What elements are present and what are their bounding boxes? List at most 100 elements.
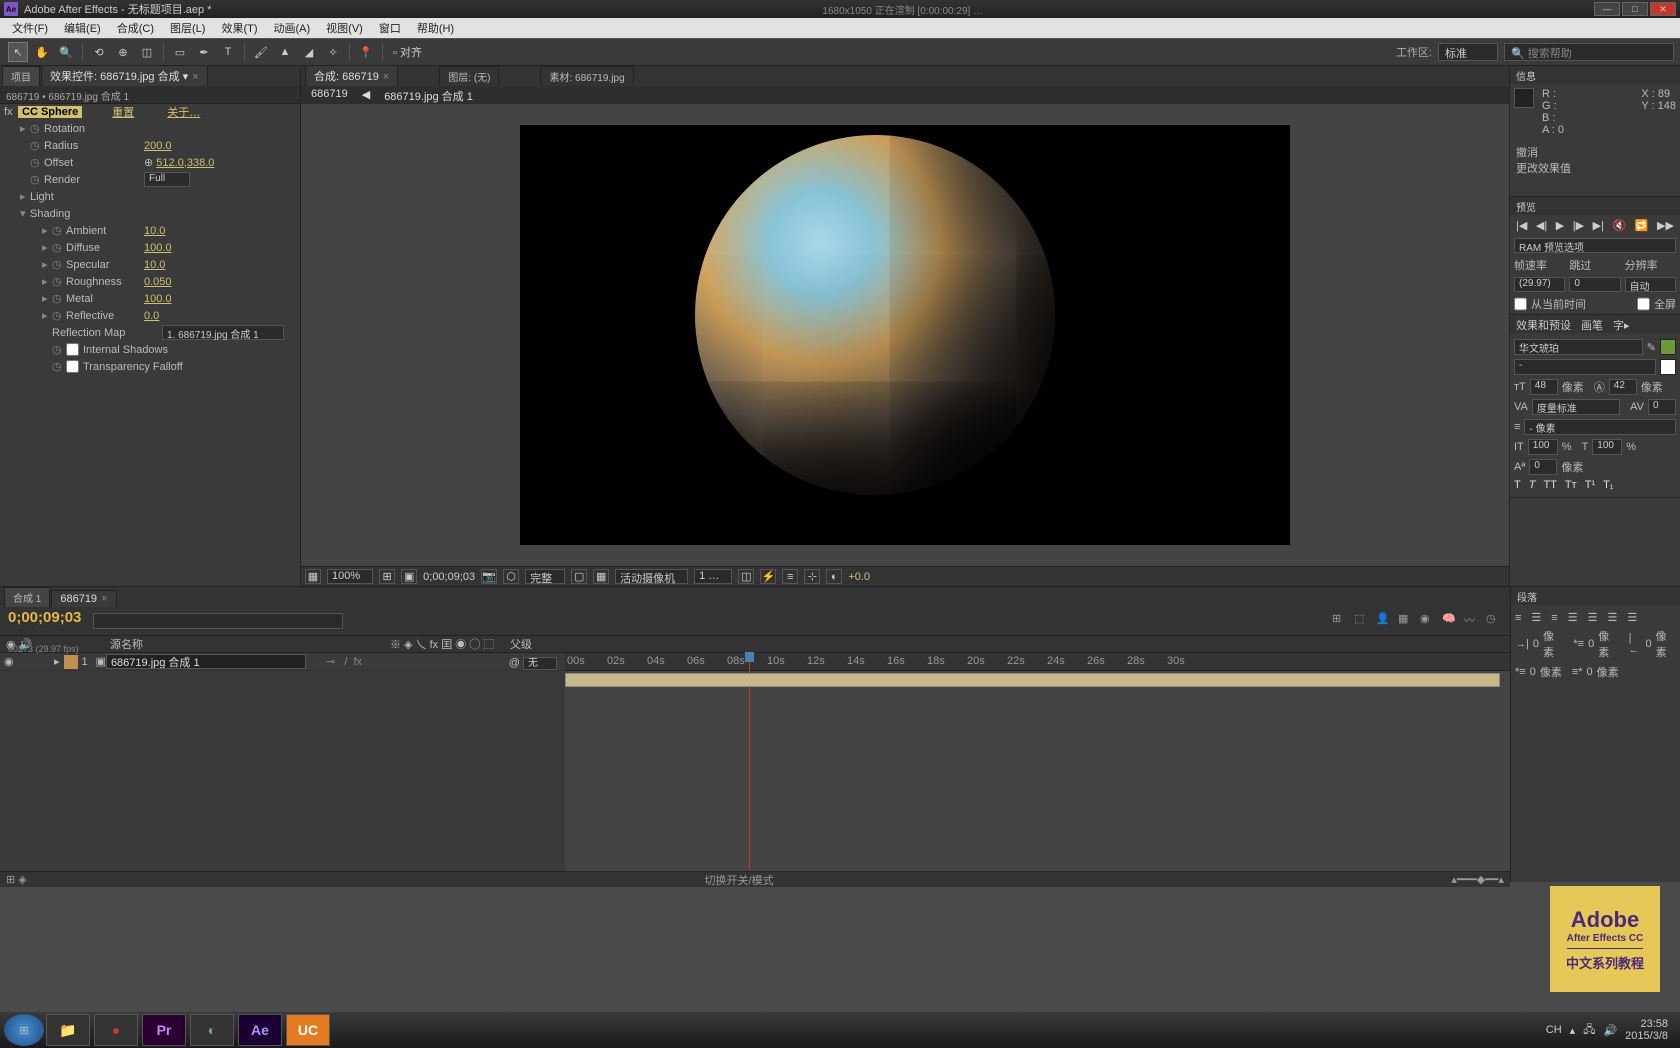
maximize-button[interactable]: □ — [1622, 2, 1648, 16]
frameblend-icon[interactable]: ▦ — [1398, 612, 1416, 630]
italic-button[interactable]: T — [1529, 479, 1536, 491]
font-size-input[interactable]: 48 — [1530, 379, 1558, 395]
twirl-icon[interactable]: ▸ — [20, 122, 30, 135]
stopwatch-icon[interactable]: ◷ — [52, 343, 66, 356]
stopwatch-icon[interactable]: ◷ — [52, 360, 66, 373]
comp-bc2[interactable]: 686719.jpg 合成 1 — [384, 88, 473, 102]
twirl-icon[interactable]: ▸ — [42, 241, 52, 254]
font-style-select[interactable]: - — [1514, 359, 1656, 375]
layer-switches[interactable]: ⊸ / fx — [326, 655, 362, 668]
twirl-icon[interactable]: ▸ — [42, 309, 52, 322]
stopwatch-icon[interactable]: ◷ — [30, 122, 44, 135]
stopwatch-icon[interactable]: ◷ — [52, 241, 66, 254]
effect-name[interactable]: CC Sphere — [18, 106, 82, 118]
res-icon[interactable]: ⊞ — [379, 569, 395, 584]
label-color-swatch[interactable] — [64, 655, 78, 669]
align-center-icon[interactable]: ☰ — [1531, 611, 1541, 624]
align-right-icon[interactable]: ≡ — [1551, 612, 1557, 624]
ram-preview-icon[interactable]: ▶▶ — [1657, 219, 1674, 232]
tab-character[interactable]: 字▸ — [1613, 317, 1630, 331]
close-button[interactable]: ✕ — [1650, 2, 1676, 16]
baseline-input[interactable]: 0 — [1529, 459, 1557, 475]
allcaps-button[interactable]: TT — [1543, 479, 1556, 491]
smallcaps-button[interactable]: Tᴛ — [1565, 479, 1577, 491]
roi-icon[interactable]: ▢ — [571, 569, 587, 584]
menu-help[interactable]: 帮助(H) — [409, 20, 462, 36]
radius-value[interactable]: 200.0 — [144, 140, 172, 152]
tab-project[interactable]: 项目 — [2, 66, 40, 86]
preview-res-select[interactable]: 自动 — [1625, 277, 1676, 292]
transparency-falloff-checkbox[interactable] — [66, 360, 79, 373]
menu-anim[interactable]: 动画(A) — [266, 20, 319, 36]
shy-icon[interactable]: 👤 — [1376, 612, 1394, 630]
roughness-value[interactable]: 0.050 — [144, 276, 172, 288]
kerning-select[interactable]: 度量标准 — [1532, 399, 1620, 415]
canvas[interactable] — [520, 125, 1290, 545]
taskbar-uc[interactable]: UC — [286, 1014, 330, 1046]
justify-left-icon[interactable]: ☰ — [1568, 611, 1578, 624]
help-search-input[interactable]: 🔍 搜索帮助 — [1504, 43, 1674, 61]
visibility-icon[interactable]: ◉ — [0, 655, 14, 668]
ime-indicator[interactable]: CH — [1546, 1024, 1562, 1036]
panbehind-tool-icon[interactable]: ◫ — [137, 42, 157, 62]
toggle-switches-button[interactable]: 切换开关/模式 — [705, 872, 774, 888]
skip-select[interactable]: 0 — [1569, 277, 1620, 292]
comp-bc1[interactable]: 686719 — [311, 88, 348, 102]
pixel-ar-icon[interactable]: ◫ — [738, 569, 754, 584]
font-select[interactable]: 华文琥珀 — [1514, 339, 1643, 355]
rect-tool-icon[interactable]: ▭ — [170, 42, 190, 62]
stopwatch-icon[interactable]: ◷ — [52, 275, 66, 288]
ram-preview-select[interactable]: RAM 预览选项 — [1514, 238, 1676, 253]
about-link[interactable]: 关于… — [167, 107, 200, 119]
roto-tool-icon[interactable]: ✧ — [323, 42, 343, 62]
camera-tool-icon[interactable]: ⊕ — [113, 42, 133, 62]
tab-effect-controls[interactable]: 效果控件: 686719.jpg 合成 ▾× — [41, 65, 208, 86]
vscale-input[interactable]: 100 — [1528, 439, 1558, 455]
workspace-select[interactable]: 标准 — [1438, 43, 1498, 61]
twirl-icon[interactable]: ▸ — [42, 292, 52, 305]
timeline-search-input[interactable] — [93, 613, 343, 629]
resolution-select[interactable]: 完整 — [525, 569, 565, 584]
snap-label[interactable]: ▫ 对齐 — [393, 44, 422, 60]
toggle-switch-icon[interactable]: ⊞ ◈ — [6, 873, 27, 886]
zoom-slider[interactable]: ▴━━━◆━━▴ — [1451, 873, 1504, 886]
ambient-value[interactable]: 10.0 — [144, 225, 165, 237]
tab-686719[interactable]: 686719× — [51, 590, 116, 607]
draft3d-icon[interactable]: ⬚ — [1354, 612, 1372, 630]
bold-button[interactable]: T — [1514, 479, 1521, 491]
stroke-width-input[interactable]: - 像素 — [1524, 419, 1676, 435]
channel-icon[interactable]: ⬡ — [503, 569, 519, 584]
tab-comp1[interactable]: 合成 1 — [4, 587, 50, 607]
tab-layer[interactable]: 图层: (无) — [439, 66, 499, 86]
tab-footage[interactable]: 素材: 686719.jpg — [540, 66, 633, 86]
stopwatch-icon[interactable]: ◷ — [52, 258, 66, 271]
taskbar-app[interactable]: ◐ — [190, 1014, 234, 1046]
rotate-tool-icon[interactable]: ⟲ — [89, 42, 109, 62]
stopwatch-icon[interactable]: ◷ — [52, 292, 66, 305]
layer-name-input[interactable] — [106, 654, 306, 669]
timecode-display[interactable]: 0;00;09;03 — [423, 571, 475, 583]
eyedropper-icon[interactable]: ✎ — [1647, 341, 1656, 354]
twirl-icon[interactable]: ▸ — [20, 190, 30, 203]
reflmap-select[interactable]: 1. 686719.jpg 合成 1 — [162, 325, 284, 340]
justify-all-icon[interactable]: ☰ — [1627, 611, 1637, 624]
puppet-tool-icon[interactable]: 📍 — [356, 42, 376, 62]
menu-file[interactable]: 文件(F) — [4, 20, 56, 36]
crosshair-icon[interactable]: ⊕ — [144, 156, 153, 169]
time-ruler[interactable]: 00s 02s 04s 06s 08s 10s 12s 14s 16s 18s … — [565, 653, 1510, 671]
clock-date[interactable]: 2015/3/8 — [1625, 1030, 1668, 1042]
tab-effects-presets[interactable]: 效果和预设 — [1516, 317, 1571, 331]
stroke-color-swatch[interactable] — [1660, 359, 1676, 375]
menu-effect[interactable]: 效果(T) — [213, 20, 265, 36]
internal-shadows-checkbox[interactable] — [66, 343, 79, 356]
tab-brush[interactable]: 画笔 — [1581, 317, 1603, 331]
taskbar-explorer[interactable]: 📁 — [46, 1014, 90, 1046]
stopwatch-icon[interactable]: ◷ — [30, 173, 44, 186]
timeline-icon[interactable]: ≡ — [782, 569, 798, 584]
stopwatch-icon[interactable]: ◷ — [52, 224, 66, 237]
viewer[interactable] — [301, 104, 1509, 566]
exposure-reset-icon[interactable]: ◐ — [826, 569, 842, 584]
hscale-input[interactable]: 100 — [1592, 439, 1622, 455]
specular-value[interactable]: 10.0 — [144, 259, 165, 271]
snapshot-icon[interactable]: 📷 — [481, 569, 497, 584]
